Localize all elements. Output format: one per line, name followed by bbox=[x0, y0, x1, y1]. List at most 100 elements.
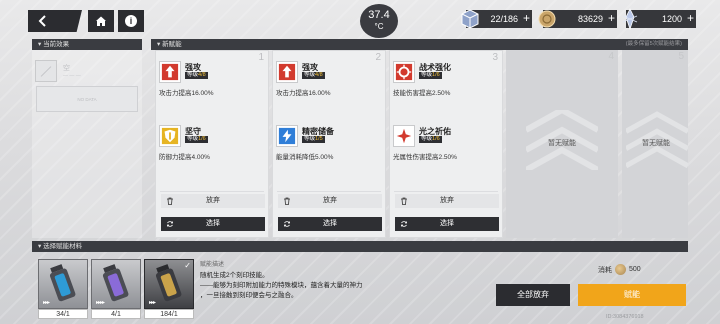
gold-coin-icon bbox=[538, 10, 556, 28]
talent-desc: 攻击力提高16.00% bbox=[276, 90, 331, 97]
no-talent-label: 暂无赋能 bbox=[548, 140, 576, 147]
talent-desc: 攻击力提高16.00% bbox=[159, 90, 214, 97]
material-rarity: ▸▸▸▸ bbox=[96, 300, 105, 306]
talent-entry: 强攻 等级4/8 攻击力提高16.00% bbox=[276, 61, 382, 97]
material-vial-icon bbox=[155, 264, 182, 302]
choose-button[interactable]: 选择 bbox=[161, 217, 265, 231]
temperature-indicator: 37.4 °C bbox=[360, 4, 398, 38]
choose-button[interactable]: 选择 bbox=[395, 217, 499, 231]
back-arrow-icon bbox=[38, 15, 46, 27]
selected-check-icon: ✓ bbox=[184, 261, 191, 270]
divider bbox=[277, 191, 381, 192]
column-index: 5 bbox=[678, 51, 684, 62]
add-energy-button[interactable]: + bbox=[687, 11, 694, 25]
trash-icon bbox=[401, 197, 407, 205]
light-prayer-icon bbox=[393, 125, 415, 147]
resource-cubes: 22/186 + bbox=[461, 9, 532, 29]
current-slot-name: 空 bbox=[63, 65, 70, 72]
materials-panel: ▸▸▸ 34/1 ▸▸▸▸ 4/1 ▸▸▸ ✓ 184/1 赋能描述 随机生成2… bbox=[32, 251, 688, 324]
temperature-value: 37.4 bbox=[368, 9, 390, 21]
resource-gold: 83629 + bbox=[538, 10, 617, 28]
new-talents-header: ▾ 新赋能 (最多保留5次赋能结果) bbox=[151, 39, 688, 50]
material-item-1[interactable]: ▸▸▸ bbox=[38, 259, 88, 309]
column-index: 4 bbox=[608, 51, 614, 62]
material-count: 4/1 bbox=[91, 309, 141, 319]
talent-desc: 能量消耗降低5.00% bbox=[276, 154, 334, 161]
desc-label: 赋能描述 bbox=[200, 262, 225, 268]
empty-slot-icon bbox=[35, 60, 57, 82]
shield-defense-icon bbox=[159, 125, 181, 147]
attack-up-icon bbox=[276, 61, 298, 83]
talent-desc: 光属性伤害提高2.50% bbox=[393, 154, 457, 161]
choose-label: 选择 bbox=[206, 220, 220, 227]
trash-icon bbox=[284, 197, 290, 205]
cube-resource-icon bbox=[461, 9, 479, 29]
abandon-label: 放弃 bbox=[440, 197, 454, 204]
gold-coin-icon bbox=[615, 264, 626, 275]
material-count: 34/1 bbox=[38, 309, 88, 319]
talent-desc: 防御力提高4.00% bbox=[159, 154, 210, 161]
abandon-button[interactable]: 放弃 bbox=[395, 194, 499, 208]
choose-label: 选择 bbox=[440, 220, 454, 227]
material-vial-icon bbox=[49, 264, 76, 302]
choose-button[interactable]: 选择 bbox=[278, 217, 382, 231]
current-effects-empty-box: NO DATA bbox=[36, 86, 138, 112]
talent-level: 等级4/8 bbox=[185, 72, 208, 79]
current-effect-slot: 空 — — — bbox=[35, 56, 139, 86]
resource-cubes-value: 22/186 bbox=[490, 14, 518, 24]
talent-button[interactable]: 赋能 bbox=[578, 284, 686, 306]
material-item-3[interactable]: ▸▸▸ ✓ bbox=[144, 259, 194, 309]
abandon-label: 放弃 bbox=[206, 197, 220, 204]
talent-level: 等级1/6 bbox=[185, 136, 208, 143]
swap-icon bbox=[167, 221, 173, 227]
talent-entry: 光之祈佑 等级1/6 光属性伤害提高2.50% bbox=[393, 125, 499, 161]
material-rarity: ▸▸▸ bbox=[43, 300, 50, 306]
info-icon: i bbox=[125, 15, 137, 27]
user-id: ID:3084376918 bbox=[606, 314, 644, 320]
current-effects-header: ▾ 当前效果 bbox=[32, 39, 142, 50]
talent-level: 等级1/5 bbox=[302, 136, 325, 143]
swap-icon bbox=[284, 221, 290, 227]
back-button[interactable] bbox=[28, 10, 82, 32]
resource-energy-value: 1200 bbox=[661, 14, 682, 24]
talent-entry: 坚守 等级1/6 防御力提高4.00% bbox=[159, 125, 265, 161]
material-rarity: ▸▸▸ bbox=[149, 300, 156, 306]
divider bbox=[394, 191, 498, 192]
talent-level: 等级1/6 bbox=[419, 136, 442, 143]
consume-label: 消耗 bbox=[598, 266, 612, 274]
abandon-button[interactable]: 放弃 bbox=[161, 194, 265, 208]
talent-entry: 精密储备 等级1/5 能量消耗降低5.00% bbox=[276, 125, 382, 161]
empty-talent-column-5: 5 暂无赋能 bbox=[622, 50, 688, 238]
abandon-label: 放弃 bbox=[323, 197, 337, 204]
info-button[interactable]: i bbox=[118, 10, 144, 32]
resource-energy: 1200 + bbox=[622, 8, 696, 30]
abandon-button[interactable]: 放弃 bbox=[278, 194, 382, 208]
talent-level: 等级1/6 bbox=[419, 72, 442, 79]
consume-value: 500 bbox=[629, 266, 641, 273]
resource-gold-value: 83629 bbox=[577, 14, 603, 24]
abandon-all-button[interactable]: 全部放弃 bbox=[496, 284, 570, 306]
desc-line: ——能够为刻印附加能力的特殊模块，蕴含着大量的神力 bbox=[200, 282, 363, 289]
home-icon bbox=[96, 16, 106, 26]
talent-column-1: 1 强攻 等级4/8 攻击力提高16.00% 坚守 等级1/6 防御力提高4.0… bbox=[155, 50, 269, 238]
tactic-boost-icon bbox=[393, 61, 415, 83]
energy-storage-icon bbox=[276, 125, 298, 147]
add-cubes-button[interactable]: + bbox=[523, 11, 530, 25]
materials-title: 选择赋能材料 bbox=[43, 243, 83, 250]
choose-label: 选择 bbox=[323, 220, 337, 227]
material-item-2[interactable]: ▸▸▸▸ bbox=[91, 259, 141, 309]
desc-line: 随机生成2个刻印技能。 bbox=[200, 272, 269, 279]
home-button[interactable] bbox=[88, 10, 114, 32]
empty-talent-column-4: 4 暂无赋能 bbox=[506, 50, 618, 238]
trash-icon bbox=[167, 197, 173, 205]
no-talent-label: 暂无赋能 bbox=[642, 140, 670, 147]
add-gold-button[interactable]: + bbox=[608, 11, 615, 25]
talent-column-3: 3 战术强化 等级1/6 技能伤害提高2.50% 光之祈佑 等级1/6 光属性伤… bbox=[389, 50, 503, 238]
talent-column-2: 2 强攻 等级4/8 攻击力提高16.00% 精密储备 等级1/5 能量消耗降低… bbox=[272, 50, 386, 238]
consume-cost: 消耗 500 bbox=[598, 264, 641, 275]
desc-line: ，一旦接触到刻印便会与之融合。 bbox=[200, 292, 298, 299]
material-count: 184/1 bbox=[144, 309, 194, 319]
talent-entry: 战术强化 等级1/6 技能伤害提高2.50% bbox=[393, 61, 499, 97]
temperature-unit: °C bbox=[374, 22, 384, 31]
crystal-energy-icon bbox=[622, 8, 638, 30]
